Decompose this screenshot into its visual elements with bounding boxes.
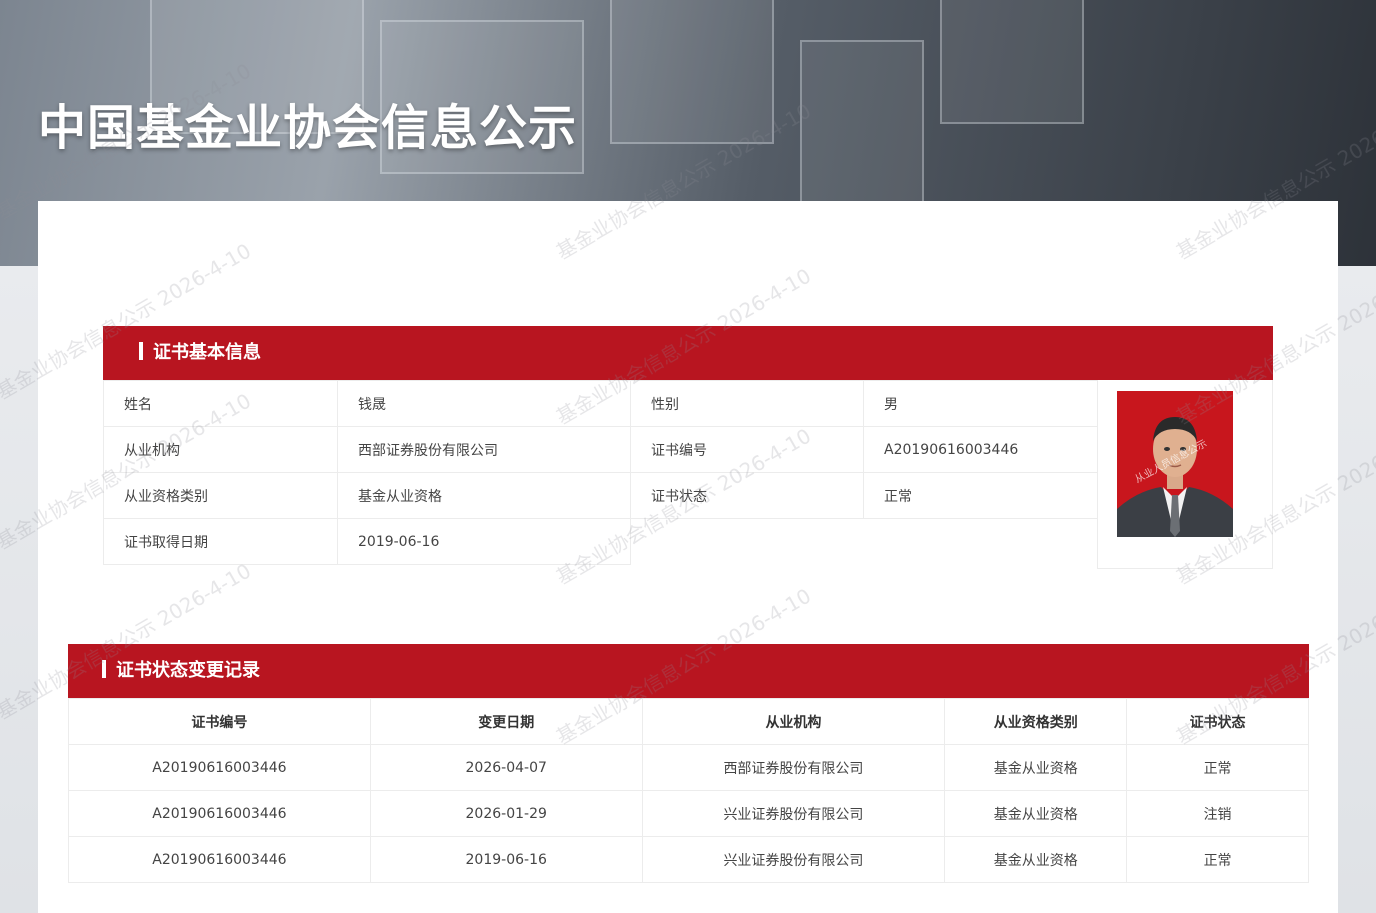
section-marker: [102, 660, 106, 678]
info-row: 从业资格类别 基金从业资格 证书状态 正常: [103, 472, 1098, 519]
table-row: A20190616003446 2019-06-16 兴业证券股份有限公司 基金…: [68, 836, 1309, 883]
qualification-value: 基金从业资格: [337, 472, 631, 519]
cell-certificate-number: A20190616003446: [68, 836, 371, 883]
cell-certificate-number: A20190616003446: [68, 744, 371, 791]
table-row: A20190616003446 2026-01-29 兴业证券股份有限公司 基金…: [68, 790, 1309, 837]
info-row: 证书取得日期 2019-06-16: [103, 518, 1098, 565]
records-title: 证书状态变更记录: [116, 660, 260, 681]
page-title: 中国基金业协会信息公示: [38, 100, 578, 156]
banner-decoration: [940, 0, 1084, 124]
gender-label: 性别: [630, 380, 864, 427]
certificate-photo: 从业人员信息公示: [1117, 391, 1233, 537]
table-header-row: 证书编号 变更日期 从业机构 从业资格类别 证书状态: [68, 698, 1309, 745]
cell-change-date: 2026-04-07: [369, 744, 643, 791]
column-institution: 从业机构: [641, 698, 946, 745]
certificate-status-label: 证书状态: [630, 472, 864, 519]
cell-change-date: 2026-01-29: [369, 790, 643, 837]
column-qualification: 从业资格类别: [944, 698, 1128, 745]
photo-container: 从业人员信息公示: [1097, 380, 1273, 569]
section-marker: [139, 342, 143, 360]
info-row: 从业机构 西部证券股份有限公司 证书编号 A20190616003446: [103, 426, 1098, 473]
records-header: 证书状态变更记录: [68, 644, 1309, 698]
qualification-label: 从业资格类别: [103, 472, 338, 519]
banner-decoration: [610, 0, 774, 144]
certificate-number-label: 证书编号: [630, 426, 864, 473]
cell-change-date: 2019-06-16: [369, 836, 643, 883]
cell-certificate-number: A20190616003446: [68, 790, 371, 837]
column-certificate-number: 证书编号: [68, 698, 371, 745]
cell-institution: 兴业证券股份有限公司: [641, 790, 946, 837]
column-change-date: 变更日期: [369, 698, 643, 745]
basic-info-title: 证书基本信息: [153, 342, 261, 363]
name-value: 钱晟: [337, 380, 631, 427]
obtained-date-value: 2019-06-16: [337, 518, 631, 565]
column-status: 证书状态: [1126, 698, 1309, 745]
cell-qualification: 基金从业资格: [944, 836, 1128, 883]
cell-status: 正常: [1126, 744, 1309, 791]
gender-value: 男: [863, 380, 1098, 427]
institution-label: 从业机构: [103, 426, 338, 473]
cell-institution: 西部证券股份有限公司: [641, 744, 946, 791]
status-change-table: 证书编号 变更日期 从业机构 从业资格类别 证书状态 A201906160034…: [68, 698, 1309, 883]
obtained-date-label: 证书取得日期: [103, 518, 338, 565]
cell-status: 正常: [1126, 836, 1309, 883]
basic-info-header: 证书基本信息: [103, 326, 1273, 380]
empty-cell: [631, 519, 1098, 565]
institution-value: 西部证券股份有限公司: [337, 426, 631, 473]
cell-institution: 兴业证券股份有限公司: [641, 836, 946, 883]
banner-decoration: [800, 40, 924, 204]
certificate-status-value: 正常: [863, 472, 1098, 519]
basic-info-table: 姓名 钱晟 性别 男 从业机构 西部证券股份有限公司 证书编号 A2019061…: [103, 380, 1098, 565]
info-row: 姓名 钱晟 性别 男: [103, 380, 1098, 427]
cell-status: 注销: [1126, 790, 1309, 837]
person-photo-icon: 从业人员信息公示: [1117, 391, 1233, 537]
table-row: A20190616003446 2026-04-07 西部证券股份有限公司 基金…: [68, 744, 1309, 791]
cell-qualification: 基金从业资格: [944, 790, 1128, 837]
certificate-number-value: A20190616003446: [863, 426, 1098, 473]
cell-qualification: 基金从业资格: [944, 744, 1128, 791]
name-label: 姓名: [103, 380, 338, 427]
